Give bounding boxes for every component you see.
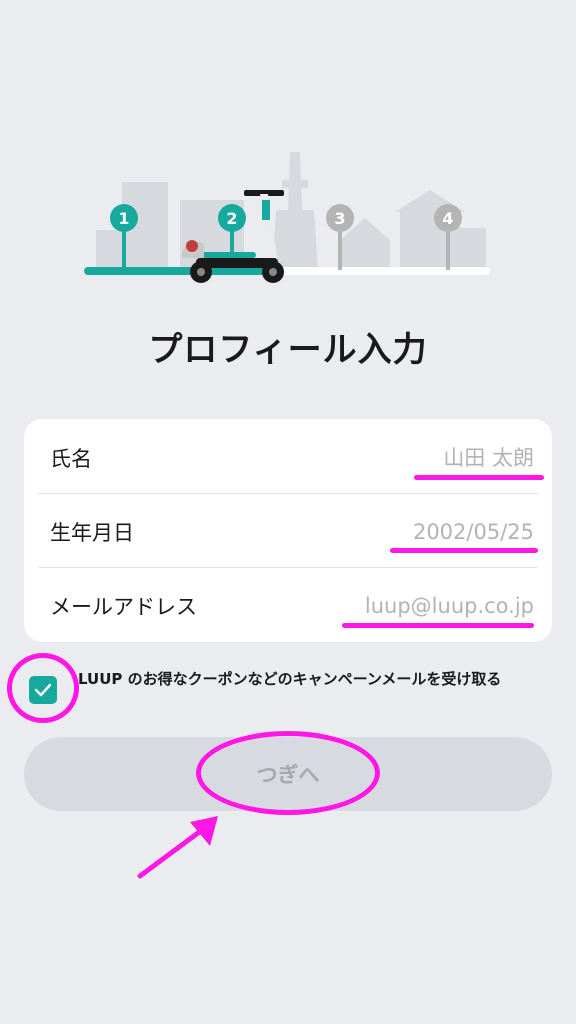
name-input[interactable] bbox=[278, 446, 538, 470]
svg-text:1: 1 bbox=[118, 209, 129, 228]
pointer-arrow-icon bbox=[137, 816, 218, 879]
svg-text:4: 4 bbox=[442, 209, 453, 228]
email-highlight-underline bbox=[342, 623, 534, 628]
birthdate-row: 生年月日 bbox=[38, 495, 538, 569]
name-label: 氏名 bbox=[50, 447, 92, 471]
divider bbox=[38, 567, 538, 568]
divider bbox=[38, 493, 538, 494]
birthdate-label: 生年月日 bbox=[50, 521, 134, 545]
step-2-marker: 2 bbox=[218, 204, 246, 232]
step-1-marker: 1 bbox=[110, 204, 138, 232]
svg-text:2: 2 bbox=[226, 209, 237, 228]
progress-track-done bbox=[84, 267, 290, 275]
svg-text:3: 3 bbox=[334, 209, 345, 228]
email-input[interactable] bbox=[278, 594, 538, 618]
birthdate-highlight-underline bbox=[390, 548, 538, 553]
progress-track-remaining bbox=[276, 267, 490, 275]
page-title: プロフィール入力 bbox=[148, 330, 428, 370]
campaign-email-consent-text: LUUP のお得なクーポンなどのキャンペーンメールを受け取る bbox=[78, 670, 502, 688]
name-row: 氏名 bbox=[38, 421, 538, 495]
email-label: メールアドレス bbox=[50, 595, 197, 619]
checkbox-highlight-circle bbox=[7, 653, 79, 723]
next-button-highlight-circle bbox=[196, 731, 380, 815]
name-highlight-underline bbox=[414, 475, 544, 480]
step-3-marker: 3 bbox=[326, 204, 354, 232]
profile-form: 氏名 生年月日 メールアドレス bbox=[24, 419, 552, 642]
city-skyline bbox=[96, 152, 486, 270]
progress-illustration: 1 2 3 4 bbox=[84, 152, 490, 283]
email-row: メールアドレス bbox=[38, 569, 538, 643]
birthdate-input[interactable] bbox=[278, 520, 538, 544]
step-4-marker: 4 bbox=[434, 204, 462, 232]
